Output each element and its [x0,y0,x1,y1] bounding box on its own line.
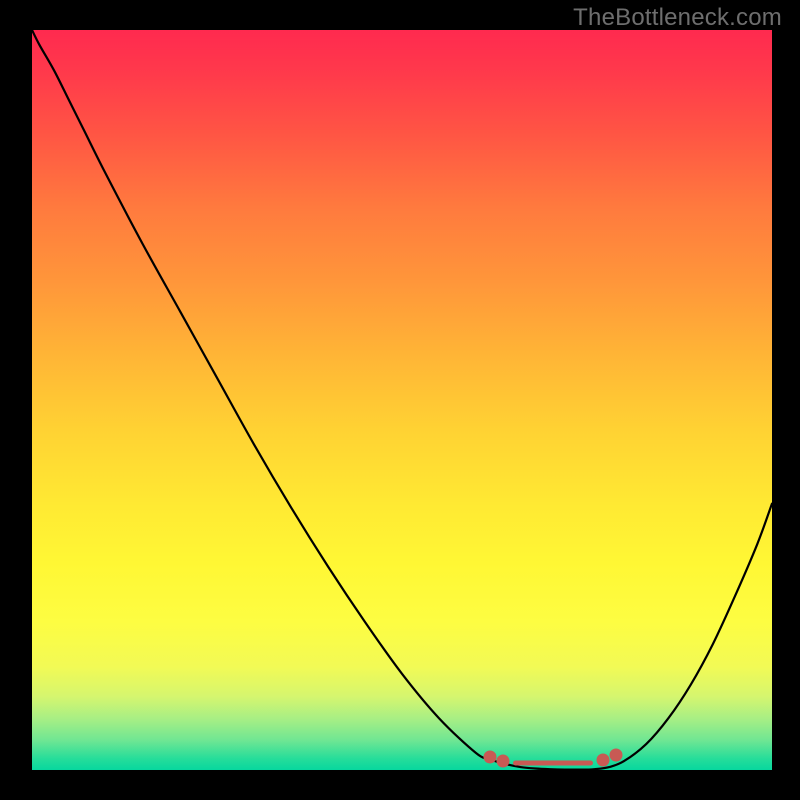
plot-area [32,30,772,770]
watermark-text: TheBottleneck.com [573,4,782,32]
highlight-dash [513,761,593,766]
chart-frame: TheBottleneck.com [0,0,800,800]
highlight-bead [597,754,610,767]
highlight-bead [484,751,497,764]
highlight-bead [609,749,622,762]
highlight-bead [496,755,509,768]
bottleneck-curve [32,30,772,770]
